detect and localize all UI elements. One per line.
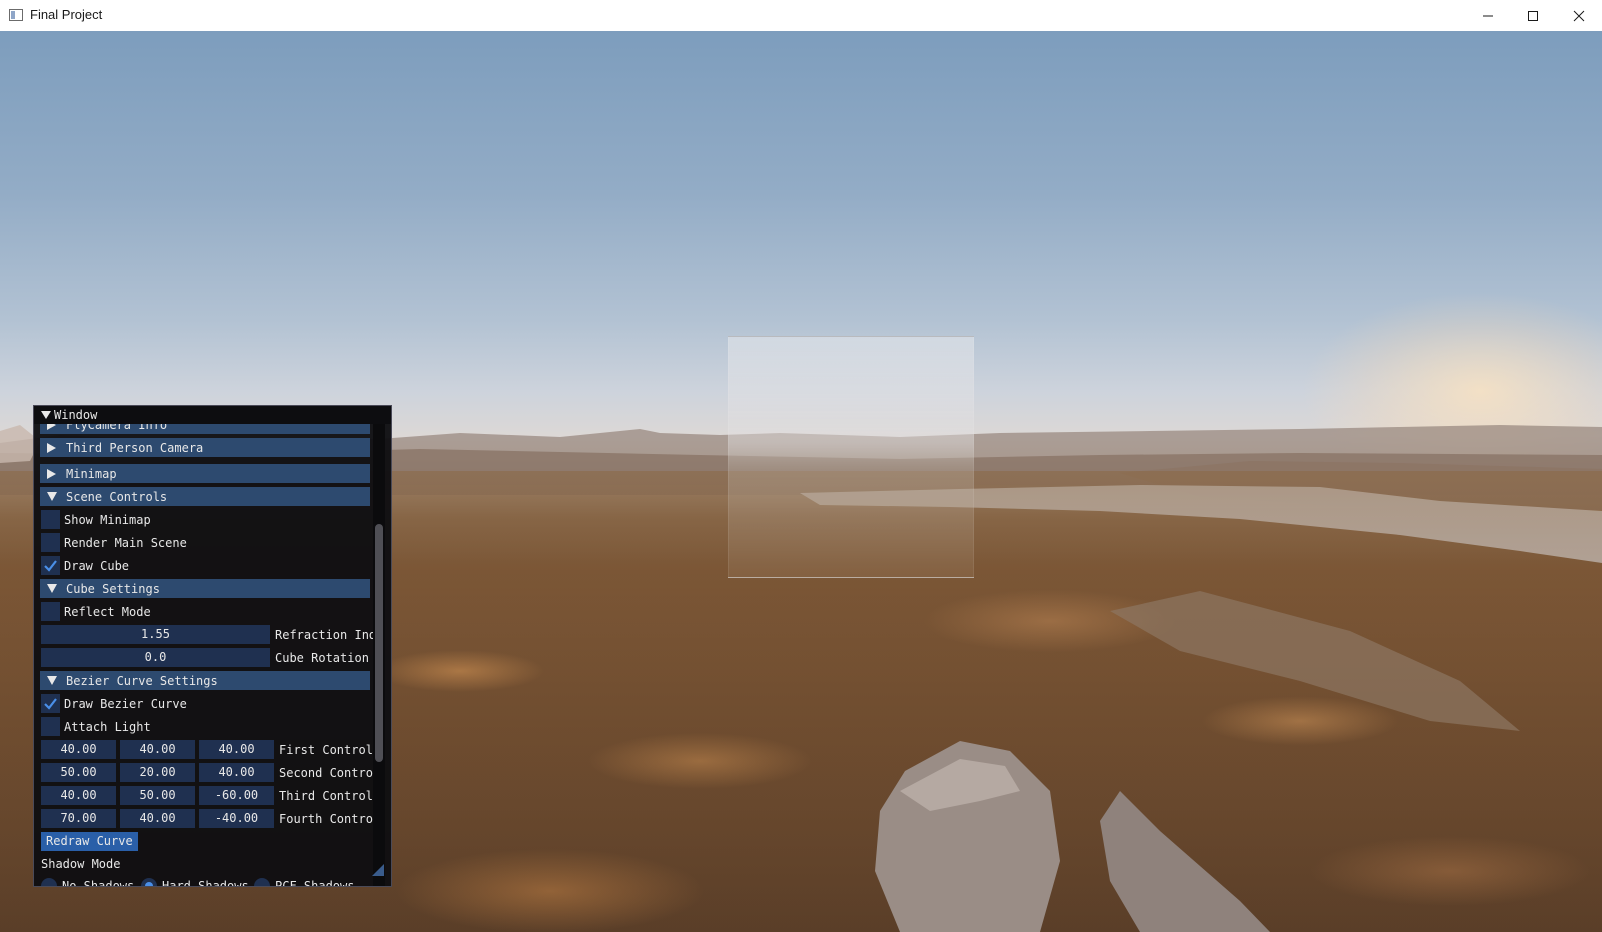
header-scene-controls[interactable]: Scene Controls — [40, 487, 370, 506]
panel-content: FlyCamera Info Third Person Camera Minim… — [34, 424, 379, 887]
refraction-index-row: 1.55 Refraction Ind — [40, 625, 377, 644]
checkbox-box[interactable] — [41, 602, 60, 621]
expand-triangle-icon — [47, 424, 56, 430]
third-control-z[interactable]: -60.00 — [199, 786, 274, 805]
checkbox-label: Render Main Scene — [64, 536, 187, 550]
first-control-x[interactable]: 40.00 — [41, 740, 116, 759]
cube-rotation-slider[interactable]: 0.0 — [41, 648, 270, 667]
collapse-triangle-icon — [47, 492, 57, 501]
header-label: Third Person Camera — [66, 441, 204, 455]
expand-triangle-icon — [47, 469, 56, 479]
draw-cube-checkbox[interactable]: Draw Cube — [40, 556, 370, 575]
fourth-control-label: Fourth Control — [279, 812, 379, 826]
close-icon — [1573, 10, 1585, 21]
first-control-label: First Control — [279, 743, 373, 757]
header-label: FlyCamera Info — [66, 424, 168, 432]
first-control-row: 40.00 40.00 40.00 First Control — [40, 740, 373, 759]
resize-grip[interactable] — [372, 864, 384, 876]
checkbox-label: Show Minimap — [64, 513, 151, 527]
app-icon — [9, 9, 23, 21]
window-title: Final Project — [30, 7, 103, 22]
checkmark-icon — [44, 698, 57, 710]
maximize-icon — [1528, 10, 1538, 21]
third-control-x[interactable]: 40.00 — [41, 786, 116, 805]
checkbox-label: Draw Cube — [64, 559, 130, 573]
minimize-button[interactable] — [1465, 0, 1511, 31]
third-control-y[interactable]: 50.00 — [120, 786, 195, 805]
draw-bezier-curve-checkbox[interactable]: Draw Bezier Curve — [40, 694, 370, 713]
header-label: Bezier Curve Settings — [66, 674, 218, 688]
attach-light-checkbox[interactable]: Attach Light — [40, 717, 370, 736]
second-control-row: 50.00 20.00 40.00 Second Control — [40, 763, 379, 782]
header-label: Cube Settings — [66, 582, 160, 596]
panel-scrollbar[interactable] — [373, 424, 385, 886]
imgui-panel[interactable]: Window FlyCamera Info Third Person Camer… — [33, 405, 392, 887]
collapse-triangle-icon — [47, 676, 57, 685]
fourth-control-z[interactable]: -40.00 — [199, 809, 274, 828]
panel-title: Window — [54, 408, 98, 422]
second-control-x[interactable]: 50.00 — [41, 763, 116, 782]
second-control-label: Second Control — [279, 766, 379, 780]
show-minimap-checkbox[interactable]: Show Minimap — [40, 510, 370, 529]
checkmark-icon — [44, 560, 57, 572]
header-label: Scene Controls — [66, 490, 168, 504]
checkbox-label: Draw Bezier Curve — [64, 697, 187, 711]
redraw-curve-button[interactable]: Redraw Curve — [41, 832, 138, 851]
expand-triangle-icon — [47, 443, 56, 453]
reflect-mode-checkbox[interactable]: Reflect Mode — [40, 602, 370, 621]
third-control-row: 40.00 50.00 -60.00 Third Control — [40, 786, 373, 805]
scrollbar-thumb[interactable] — [375, 524, 383, 762]
shadow-mode-label: Shadow Mode — [41, 857, 121, 871]
refraction-index-slider[interactable]: 1.55 — [41, 625, 270, 644]
fourth-control-row: 70.00 40.00 -40.00 Fourth Control — [40, 809, 379, 828]
collapse-triangle-icon[interactable] — [41, 410, 51, 420]
header-flycamera-info[interactable]: FlyCamera Info — [40, 424, 370, 434]
second-control-y[interactable]: 20.00 — [120, 763, 195, 782]
close-button[interactable] — [1556, 0, 1602, 31]
collapse-triangle-icon — [47, 584, 57, 593]
panel-title-bar[interactable]: Window — [34, 406, 391, 424]
checkbox-box[interactable] — [41, 510, 60, 529]
shadow-mode-row: Shadow Mode — [40, 855, 240, 874]
glass-cube — [728, 336, 974, 578]
maximize-button[interactable] — [1510, 0, 1556, 31]
cube-rotation-label: Cube Rotation — [275, 651, 369, 665]
radio-label: PCF Shadows — [275, 879, 355, 887]
fourth-control-y[interactable]: 40.00 — [120, 809, 195, 828]
header-third-person-camera[interactable]: Third Person Camera — [40, 438, 370, 457]
checkbox-box[interactable] — [41, 694, 60, 713]
checkbox-box[interactable] — [41, 717, 60, 736]
checkbox-box[interactable] — [41, 533, 60, 552]
header-cube-settings[interactable]: Cube Settings — [40, 579, 370, 598]
shadow-mode-radio-row: No Shadows Hard Shadows PCF Shadows — [40, 876, 373, 887]
checkbox-box[interactable] — [41, 556, 60, 575]
radio-pcf-shadows[interactable] — [254, 878, 270, 886]
cube-rotation-row: 0.0 Cube Rotation — [40, 648, 373, 667]
first-control-y[interactable]: 40.00 — [120, 740, 195, 759]
radio-label: No Shadows — [62, 879, 135, 887]
refraction-index-label: Refraction Ind — [275, 628, 377, 642]
checkbox-label: Attach Light — [64, 720, 151, 734]
header-minimap[interactable]: Minimap — [40, 464, 370, 483]
header-bezier-curve-settings[interactable]: Bezier Curve Settings — [40, 671, 370, 690]
redraw-curve-row: Redraw Curve — [40, 832, 240, 851]
third-control-label: Third Control — [279, 789, 373, 803]
first-control-z[interactable]: 40.00 — [199, 740, 274, 759]
title-bar: Final Project — [0, 0, 1602, 32]
second-control-z[interactable]: 40.00 — [199, 763, 274, 782]
minimize-icon — [1483, 15, 1493, 16]
radio-hard-shadows[interactable] — [141, 878, 157, 886]
radio-no-shadows[interactable] — [41, 878, 57, 886]
header-label: Minimap — [66, 467, 117, 481]
render-main-scene-checkbox[interactable]: Render Main Scene — [40, 533, 370, 552]
fourth-control-x[interactable]: 70.00 — [41, 809, 116, 828]
checkbox-label: Reflect Mode — [64, 605, 151, 619]
radio-label: Hard Shadows — [162, 879, 249, 887]
